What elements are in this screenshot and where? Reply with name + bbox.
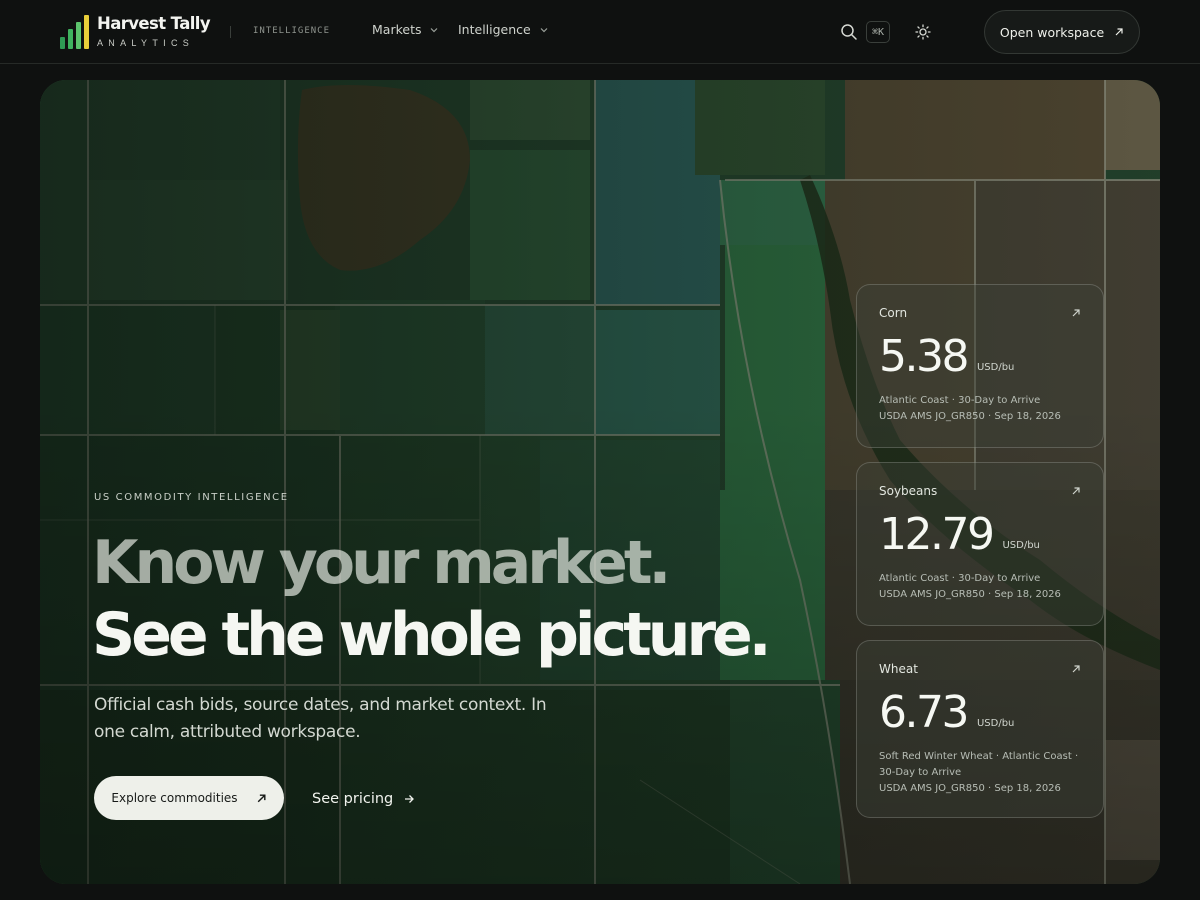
hero-eyebrow: US COMMODITY INTELLIGENCE: [94, 492, 289, 503]
arrow-up-right-icon: [257, 793, 266, 802]
brand-name: Harvest Tally: [97, 14, 211, 34]
hero-section: US COMMODITY INTELLIGENCE Know your mark…: [40, 80, 1160, 884]
brand-subtitle: ANALYTICS: [97, 37, 195, 48]
nav-item-label: Intelligence: [458, 22, 531, 37]
theme-toggle-button[interactable]: [912, 21, 934, 43]
commodity-price: 6.73: [879, 687, 969, 738]
commodity-name: Wheat: [879, 662, 918, 676]
explore-commodities-button[interactable]: Explore commodities: [94, 776, 284, 820]
brand-divider: [230, 26, 231, 38]
top-navigation-bar: Harvest Tally ANALYTICS INTELLIGENCE Mar…: [0, 0, 1200, 64]
price-card-soybeans[interactable]: Soybeans 12.79 USD/bu Atlantic Coast · 3…: [856, 462, 1104, 626]
commodity-name: Corn: [879, 306, 908, 320]
price-delivery: 30-Day to Arrive: [879, 767, 962, 778]
price-class: Soft Red Winter Wheat · Atlantic Coast ·: [879, 751, 1079, 762]
open-workspace-label: Open workspace: [999, 24, 1105, 40]
see-pricing-link[interactable]: See pricing: [312, 788, 415, 810]
price-source: USDA AMS JO_GR850 · Sep 18, 2026: [879, 783, 1061, 794]
open-workspace-button[interactable]: Open workspace: [984, 10, 1140, 54]
chevron-down-icon: [540, 27, 548, 32]
commodity-price: 5.38: [879, 331, 969, 382]
price-card-corn[interactable]: Corn 5.38 USD/bu Atlantic Coast · 30-Day…: [856, 284, 1104, 448]
arrow-right-icon: [405, 795, 415, 803]
see-pricing-label: See pricing: [312, 791, 394, 807]
search-icon: [841, 24, 857, 40]
price-card-wheat[interactable]: Wheat 6.73 USD/bu Soft Red Winter Wheat …: [856, 640, 1104, 818]
price-unit: USD/bu: [976, 362, 1015, 373]
sun-icon: [915, 24, 931, 40]
price-location: Atlantic Coast · 30-Day to Arrive: [879, 573, 1041, 584]
arrow-up-right-icon: [1072, 309, 1080, 317]
nav-item-markets[interactable]: Markets: [372, 22, 439, 37]
explore-commodities-label: Explore commodities: [111, 791, 238, 805]
brand-logo[interactable]: Harvest Tally ANALYTICS: [60, 14, 211, 50]
commodity-name: Soybeans: [879, 484, 938, 498]
price-unit: USD/bu: [1002, 540, 1040, 551]
brand-section-tag: INTELLIGENCE: [253, 26, 331, 36]
arrow-up-right-icon: [1072, 487, 1080, 495]
bar-chart-logo-icon: [60, 15, 89, 49]
hero-headline-line-2: See the whole picture.: [92, 600, 772, 670]
price-location: Atlantic Coast · 30-Day to Arrive: [879, 395, 1041, 406]
price-source: USDA AMS JO_GR850 · Sep 18, 2026: [879, 589, 1061, 600]
nav-item-intelligence[interactable]: Intelligence: [458, 22, 549, 37]
price-unit: USD/bu: [976, 718, 1015, 729]
search-shortcut-badge: ⌘K: [866, 21, 891, 43]
commodity-price: 12.79: [879, 509, 995, 560]
search-button[interactable]: [838, 21, 860, 43]
price-source: USDA AMS JO_GR850 · Sep 18, 2026: [879, 411, 1061, 422]
nav-item-label: Markets: [372, 22, 422, 37]
chevron-down-icon: [431, 27, 438, 32]
hero-headline-line-1: Know your market.: [92, 528, 671, 598]
hero-description: Official cash bids, source dates, and ma…: [94, 695, 547, 742]
arrow-up-right-icon: [1115, 28, 1123, 36]
arrow-up-right-icon: [1072, 665, 1080, 673]
